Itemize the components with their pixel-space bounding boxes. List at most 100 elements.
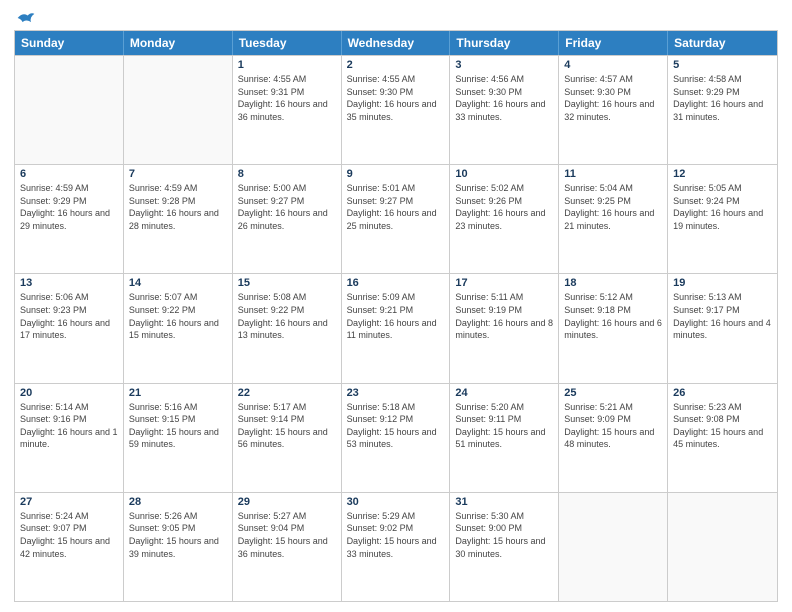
day-number-2: 2 xyxy=(347,59,445,71)
day-info-2: Sunrise: 4:55 AMSunset: 9:30 PMDaylight:… xyxy=(347,73,445,123)
day-number-8: 8 xyxy=(238,168,336,180)
day-number-30: 30 xyxy=(347,496,445,508)
day-info-18: Sunrise: 5:12 AMSunset: 9:18 PMDaylight:… xyxy=(564,291,662,341)
header-monday: Monday xyxy=(124,31,233,55)
day-cell-25: 25 Sunrise: 5:21 AMSunset: 9:09 PMDayligh… xyxy=(559,384,668,492)
day-cell-8: 8Sunrise: 5:00 AMSunset: 9:27 PMDaylight… xyxy=(233,165,342,273)
day-number-28: 28 xyxy=(129,496,227,508)
day-cell-22: 22 Sunrise: 5:17 AMSunset: 9:14 PMDayligh… xyxy=(233,384,342,492)
day-cell-24: 24 Sunrise: 5:20 AMSunset: 9:11 PMDayligh… xyxy=(450,384,559,492)
empty-cell xyxy=(668,493,777,601)
day-cell-29: 29 Sunrise: 5:27 AMSunset: 9:04 PMDayligh… xyxy=(233,493,342,601)
day-info-9: Sunrise: 5:01 AMSunset: 9:27 PMDaylight:… xyxy=(347,182,445,232)
week-row-3: 13 Sunrise: 5:06 AMSunset: 9:23 PMDayligh… xyxy=(15,273,777,382)
day-info-31: Sunrise: 5:30 AMSunset: 9:00 PMDaylight:… xyxy=(455,510,553,560)
day-number-24: 24 xyxy=(455,387,553,399)
calendar: Sunday Monday Tuesday Wednesday Thursday… xyxy=(14,30,778,602)
day-info-21: Sunrise: 5:16 AMSunset: 9:15 PMDaylight:… xyxy=(129,401,227,451)
day-cell-12: 12Sunrise: 5:05 AMSunset: 9:24 PMDayligh… xyxy=(668,165,777,273)
week-row-1: 1 Sunrise: 4:55 AMSunset: 9:31 PMDaylight… xyxy=(15,55,777,164)
day-cell-19: 19 Sunrise: 5:13 AMSunset: 9:17 PMDayligh… xyxy=(668,274,777,382)
day-info-16: Sunrise: 5:09 AMSunset: 9:21 PMDaylight:… xyxy=(347,291,445,341)
header-sunday: Sunday xyxy=(15,31,124,55)
calendar-header: Sunday Monday Tuesday Wednesday Thursday… xyxy=(15,31,777,55)
day-number-16: 16 xyxy=(347,277,445,289)
day-number-19: 19 xyxy=(673,277,772,289)
day-cell-21: 21 Sunrise: 5:16 AMSunset: 9:15 PMDayligh… xyxy=(124,384,233,492)
day-cell-2: 2 Sunrise: 4:55 AMSunset: 9:30 PMDaylight… xyxy=(342,56,451,164)
header-wednesday: Wednesday xyxy=(342,31,451,55)
day-number-31: 31 xyxy=(455,496,553,508)
day-cell-16: 16 Sunrise: 5:09 AMSunset: 9:21 PMDayligh… xyxy=(342,274,451,382)
week-row-4: 20 Sunrise: 5:14 AMSunset: 9:16 PMDayligh… xyxy=(15,383,777,492)
day-info-14: Sunrise: 5:07 AMSunset: 9:22 PMDaylight:… xyxy=(129,291,227,341)
day-number-22: 22 xyxy=(238,387,336,399)
day-number-1: 1 xyxy=(238,59,336,71)
day-info-20: Sunrise: 5:14 AMSunset: 9:16 PMDaylight:… xyxy=(20,401,118,451)
day-info-29: Sunrise: 5:27 AMSunset: 9:04 PMDaylight:… xyxy=(238,510,336,560)
day-cell-4: 4Sunrise: 4:57 AMSunset: 9:30 PMDaylight… xyxy=(559,56,668,164)
day-number-21: 21 xyxy=(129,387,227,399)
day-cell-23: 23 Sunrise: 5:18 AMSunset: 9:12 PMDayligh… xyxy=(342,384,451,492)
day-cell-10: 10 Sunrise: 5:02 AMSunset: 9:26 PMDayligh… xyxy=(450,165,559,273)
day-number-18: 18 xyxy=(564,277,662,289)
day-info-12: Sunrise: 5:05 AMSunset: 9:24 PMDaylight:… xyxy=(673,182,772,232)
day-number-13: 13 xyxy=(20,277,118,289)
day-info-24: Sunrise: 5:20 AMSunset: 9:11 PMDaylight:… xyxy=(455,401,553,451)
empty-cell xyxy=(559,493,668,601)
day-number-20: 20 xyxy=(20,387,118,399)
day-cell-26: 26 Sunrise: 5:23 AMSunset: 9:08 PMDayligh… xyxy=(668,384,777,492)
day-number-9: 9 xyxy=(347,168,445,180)
page: Sunday Monday Tuesday Wednesday Thursday… xyxy=(0,0,792,612)
day-number-23: 23 xyxy=(347,387,445,399)
header-saturday: Saturday xyxy=(668,31,777,55)
day-info-19: Sunrise: 5:13 AMSunset: 9:17 PMDaylight:… xyxy=(673,291,772,341)
day-number-4: 4 xyxy=(564,59,662,71)
week-row-2: 6 Sunrise: 4:59 AMSunset: 9:29 PMDaylight… xyxy=(15,164,777,273)
day-cell-31: 31 Sunrise: 5:30 AMSunset: 9:00 PMDayligh… xyxy=(450,493,559,601)
day-number-26: 26 xyxy=(673,387,772,399)
day-info-15: Sunrise: 5:08 AMSunset: 9:22 PMDaylight:… xyxy=(238,291,336,341)
logo xyxy=(14,10,36,26)
day-number-10: 10 xyxy=(455,168,553,180)
logo-bird-icon xyxy=(16,10,36,26)
day-info-17: Sunrise: 5:11 AMSunset: 9:19 PMDaylight:… xyxy=(455,291,553,341)
day-info-30: Sunrise: 5:29 AMSunset: 9:02 PMDaylight:… xyxy=(347,510,445,560)
day-cell-7: 7Sunrise: 4:59 AMSunset: 9:28 PMDaylight… xyxy=(124,165,233,273)
day-info-25: Sunrise: 5:21 AMSunset: 9:09 PMDaylight:… xyxy=(564,401,662,451)
day-info-3: Sunrise: 4:56 AMSunset: 9:30 PMDaylight:… xyxy=(455,73,553,123)
day-info-13: Sunrise: 5:06 AMSunset: 9:23 PMDaylight:… xyxy=(20,291,118,341)
day-info-6: Sunrise: 4:59 AMSunset: 9:29 PMDaylight:… xyxy=(20,182,118,232)
day-number-6: 6 xyxy=(20,168,118,180)
day-cell-30: 30 Sunrise: 5:29 AMSunset: 9:02 PMDayligh… xyxy=(342,493,451,601)
day-info-1: Sunrise: 4:55 AMSunset: 9:31 PMDaylight:… xyxy=(238,73,336,123)
header-tuesday: Tuesday xyxy=(233,31,342,55)
day-info-23: Sunrise: 5:18 AMSunset: 9:12 PMDaylight:… xyxy=(347,401,445,451)
day-info-27: Sunrise: 5:24 AMSunset: 9:07 PMDaylight:… xyxy=(20,510,118,560)
day-cell-14: 14 Sunrise: 5:07 AMSunset: 9:22 PMDayligh… xyxy=(124,274,233,382)
header-thursday: Thursday xyxy=(450,31,559,55)
day-cell-27: 27Sunrise: 5:24 AMSunset: 9:07 PMDayligh… xyxy=(15,493,124,601)
empty-cell xyxy=(124,56,233,164)
day-cell-5: 5Sunrise: 4:58 AMSunset: 9:29 PMDaylight… xyxy=(668,56,777,164)
day-number-17: 17 xyxy=(455,277,553,289)
day-number-29: 29 xyxy=(238,496,336,508)
header-friday: Friday xyxy=(559,31,668,55)
day-cell-18: 18 Sunrise: 5:12 AMSunset: 9:18 PMDayligh… xyxy=(559,274,668,382)
day-info-5: Sunrise: 4:58 AMSunset: 9:29 PMDaylight:… xyxy=(673,73,772,123)
day-number-25: 25 xyxy=(564,387,662,399)
day-cell-6: 6 Sunrise: 4:59 AMSunset: 9:29 PMDaylight… xyxy=(15,165,124,273)
day-cell-9: 9 Sunrise: 5:01 AMSunset: 9:27 PMDaylight… xyxy=(342,165,451,273)
empty-cell xyxy=(15,56,124,164)
day-number-3: 3 xyxy=(455,59,553,71)
day-cell-13: 13 Sunrise: 5:06 AMSunset: 9:23 PMDayligh… xyxy=(15,274,124,382)
header xyxy=(14,10,778,26)
day-info-10: Sunrise: 5:02 AMSunset: 9:26 PMDaylight:… xyxy=(455,182,553,232)
day-number-14: 14 xyxy=(129,277,227,289)
day-info-22: Sunrise: 5:17 AMSunset: 9:14 PMDaylight:… xyxy=(238,401,336,451)
day-info-7: Sunrise: 4:59 AMSunset: 9:28 PMDaylight:… xyxy=(129,182,227,232)
day-number-15: 15 xyxy=(238,277,336,289)
day-cell-3: 3 Sunrise: 4:56 AMSunset: 9:30 PMDaylight… xyxy=(450,56,559,164)
day-info-26: Sunrise: 5:23 AMSunset: 9:08 PMDaylight:… xyxy=(673,401,772,451)
day-info-11: Sunrise: 5:04 AMSunset: 9:25 PMDaylight:… xyxy=(564,182,662,232)
